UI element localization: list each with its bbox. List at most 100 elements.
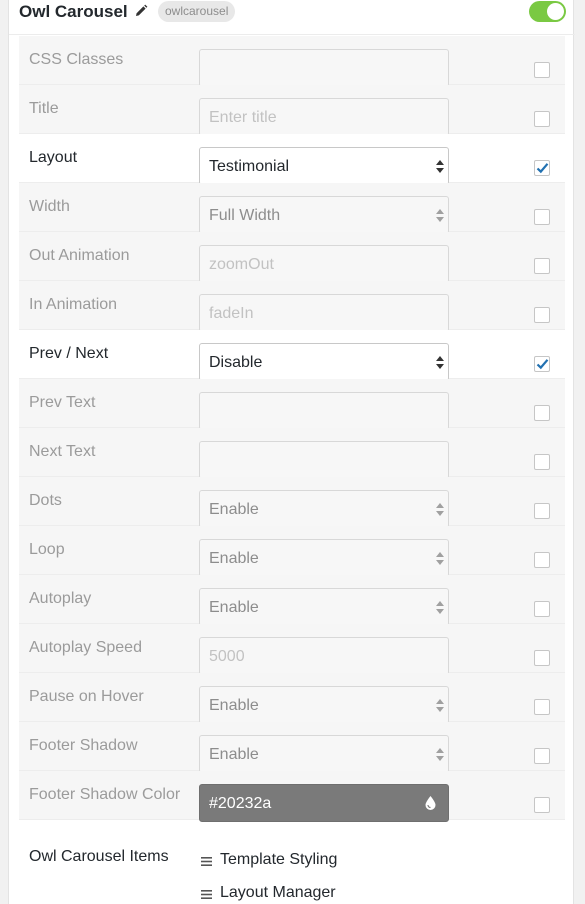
setting-label: Footer Shadow Color xyxy=(29,786,181,803)
in-animation-checkbox[interactable] xyxy=(534,307,550,323)
setting-label: Out Animation xyxy=(29,247,130,264)
prev-text-input[interactable] xyxy=(199,392,449,430)
select-arrows-icon xyxy=(436,209,444,223)
panel-title: Owl Carousel xyxy=(19,2,128,21)
select-arrows-icon xyxy=(436,356,444,370)
setting-label: Dots xyxy=(29,492,62,509)
carousel-item-label: Template Styling xyxy=(220,851,338,868)
css-classes-checkbox[interactable] xyxy=(534,62,550,78)
in-animation-input[interactable]: fadeIn xyxy=(199,294,449,332)
setting-label: Prev / Next xyxy=(29,345,109,362)
pencil-icon[interactable] xyxy=(134,4,148,18)
select-value: Enable xyxy=(209,599,259,616)
setting-row-dots: Dots Enable xyxy=(19,477,565,528)
drag-handle-icon[interactable] xyxy=(201,886,212,900)
setting-row-layout: Layout Testimonial xyxy=(19,134,565,185)
owl-carousel-panel: Owl Carousel owlcarousel CSS Classes Titl… xyxy=(8,0,575,904)
select-arrows-icon xyxy=(436,748,444,762)
setting-label: Pause on Hover xyxy=(29,688,144,705)
footer-shadow-checkbox[interactable] xyxy=(534,748,550,764)
drag-handle-icon[interactable] xyxy=(201,853,212,867)
loop-select[interactable]: Enable xyxy=(199,539,449,577)
prev-next-checkbox[interactable] xyxy=(534,356,550,372)
setting-row-title: Title Enter title xyxy=(19,85,565,136)
slug-badge: owlcarousel xyxy=(158,1,236,22)
select-arrows-icon xyxy=(436,601,444,615)
select-arrows-icon xyxy=(436,160,444,174)
settings-rows: CSS Classes Title Enter title Layout Testimo… xyxy=(19,36,565,822)
setting-row-css-classes: CSS Classes xyxy=(19,36,565,87)
prev-text-checkbox[interactable] xyxy=(534,405,550,421)
input-text: zoomOut xyxy=(209,256,274,273)
footer-shadow-color-picker[interactable]: #20232a xyxy=(199,784,449,822)
setting-row-footer-shadow-color: Footer Shadow Color #20232a xyxy=(19,771,565,822)
select-value: Enable xyxy=(209,697,259,714)
setting-row-footer-shadow: Footer Shadow Enable xyxy=(19,722,565,773)
setting-row-autoplay-speed: Autoplay Speed 5000 xyxy=(19,624,565,675)
autoplay-speed-checkbox[interactable] xyxy=(534,650,550,666)
width-checkbox[interactable] xyxy=(534,209,550,225)
next-text-input[interactable] xyxy=(199,441,449,479)
setting-row-prev-next: Prev / Next Disable xyxy=(19,330,565,381)
setting-row-width: Width Full Width xyxy=(19,183,565,234)
autoplay-checkbox[interactable] xyxy=(534,601,550,617)
carousel-item-label: Layout Manager xyxy=(220,884,336,901)
layout-select[interactable]: Testimonial xyxy=(199,147,449,185)
carousel-items-section: Owl Carousel Items Template Styling Layou… xyxy=(19,835,565,904)
select-value: Enable xyxy=(209,746,259,763)
input-text: 5000 xyxy=(209,648,245,665)
title-input[interactable]: Enter title xyxy=(199,98,449,136)
setting-label: Autoplay Speed xyxy=(29,639,142,656)
setting-row-out-animation: Out Animation zoomOut xyxy=(19,232,565,283)
select-arrows-icon xyxy=(436,552,444,566)
setting-row-next-text: Next Text xyxy=(19,428,565,479)
out-animation-input[interactable]: zoomOut xyxy=(199,245,449,283)
enable-toggle[interactable] xyxy=(529,1,566,22)
setting-label: Loop xyxy=(29,541,65,558)
setting-row-pause-on-hover: Pause on Hover Enable xyxy=(19,673,565,724)
loop-checkbox[interactable] xyxy=(534,552,550,568)
color-value: #20232a xyxy=(209,795,272,812)
pause-on-hover-checkbox[interactable] xyxy=(534,699,550,715)
select-value: Enable xyxy=(209,550,259,567)
panel-header: Owl Carousel owlcarousel xyxy=(9,0,575,35)
setting-label: Width xyxy=(29,198,70,215)
footer-shadow-color-checkbox[interactable] xyxy=(534,797,550,813)
title-checkbox[interactable] xyxy=(534,111,550,127)
setting-label: Autoplay xyxy=(29,590,92,607)
setting-label: Layout xyxy=(29,149,78,166)
setting-label: In Animation xyxy=(29,296,118,313)
setting-label: Prev Text xyxy=(29,394,96,411)
select-value: Full Width xyxy=(209,207,281,224)
footer-shadow-select[interactable]: Enable xyxy=(199,735,449,773)
carousel-item-layout-manager[interactable]: Layout Manager xyxy=(201,884,336,902)
dots-checkbox[interactable] xyxy=(534,503,550,519)
select-arrows-icon xyxy=(436,503,444,517)
setting-label: CSS Classes xyxy=(29,51,124,68)
autoplay-speed-input[interactable]: 5000 xyxy=(199,637,449,675)
next-text-checkbox[interactable] xyxy=(534,454,550,470)
setting-label: Next Text xyxy=(29,443,96,460)
setting-row-prev-text: Prev Text xyxy=(19,379,565,430)
input-text: Enter title xyxy=(209,109,277,126)
setting-row-autoplay: Autoplay Enable xyxy=(19,575,565,626)
input-text: fadeIn xyxy=(209,305,254,322)
setting-label: Footer Shadow xyxy=(29,737,138,754)
select-value: Enable xyxy=(209,501,259,518)
width-select[interactable]: Full Width xyxy=(199,196,449,234)
pause-on-hover-select[interactable]: Enable xyxy=(199,686,449,724)
autoplay-select[interactable]: Enable xyxy=(199,588,449,626)
carousel-item-template-styling[interactable]: Template Styling xyxy=(201,851,337,869)
out-animation-checkbox[interactable] xyxy=(534,258,550,274)
select-value: Disable xyxy=(209,354,263,371)
css-classes-input[interactable] xyxy=(199,49,449,87)
droplet-icon xyxy=(425,796,436,810)
prev-next-select[interactable]: Disable xyxy=(199,343,449,381)
dots-select[interactable]: Enable xyxy=(199,490,449,528)
toggle-knob xyxy=(547,3,564,20)
layout-checkbox[interactable] xyxy=(534,160,550,176)
select-arrows-icon xyxy=(436,699,444,713)
setting-row-in-animation: In Animation fadeIn xyxy=(19,281,565,332)
setting-label: Title xyxy=(29,100,59,117)
select-value: Testimonial xyxy=(209,158,290,175)
